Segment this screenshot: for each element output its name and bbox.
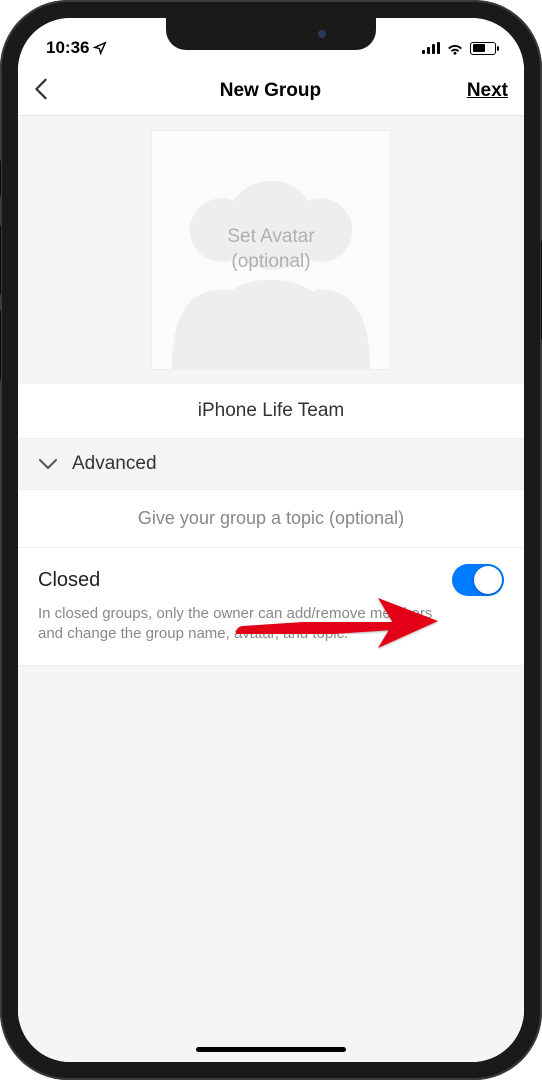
time-label: 10:36 bbox=[46, 38, 89, 58]
avatar-text-line2: (optional) bbox=[227, 250, 314, 275]
nav-bar: New Group Next bbox=[18, 66, 524, 116]
closed-toggle[interactable] bbox=[452, 564, 504, 596]
battery-icon bbox=[470, 42, 496, 55]
avatar-text-line1: Set Avatar bbox=[227, 225, 314, 250]
page-title: New Group bbox=[220, 80, 321, 102]
notch bbox=[166, 18, 376, 50]
status-icons bbox=[422, 41, 496, 55]
chevron-left-icon bbox=[34, 78, 48, 100]
toggle-knob bbox=[474, 566, 502, 594]
location-icon bbox=[93, 41, 107, 55]
empty-area bbox=[18, 666, 524, 1063]
status-time: 10:36 bbox=[46, 38, 107, 58]
volume-down-button bbox=[0, 310, 1, 380]
home-indicator[interactable] bbox=[196, 1047, 346, 1052]
avatar-placeholder: Set Avatar (optional) bbox=[151, 130, 391, 370]
avatar-section[interactable]: Set Avatar (optional) bbox=[18, 116, 524, 384]
avatar-label: Set Avatar (optional) bbox=[227, 225, 314, 274]
advanced-label: Advanced bbox=[72, 453, 157, 475]
chevron-down-icon bbox=[38, 458, 58, 470]
advanced-toggle-row[interactable]: Advanced bbox=[18, 439, 524, 490]
back-button[interactable] bbox=[34, 75, 74, 107]
signal-icon bbox=[422, 42, 440, 54]
topic-input[interactable]: Give your group a topic (optional) bbox=[18, 490, 524, 548]
phone-frame: 10:36 bbox=[0, 0, 542, 1080]
next-button[interactable]: Next bbox=[467, 80, 508, 102]
closed-section: Closed In closed groups, only the owner … bbox=[18, 548, 524, 666]
closed-label: Closed bbox=[38, 569, 100, 592]
closed-description: In closed groups, only the owner can add… bbox=[38, 604, 504, 645]
group-name-input[interactable]: iPhone Life Team bbox=[18, 384, 524, 439]
mute-switch bbox=[0, 160, 1, 196]
screen: 10:36 bbox=[18, 18, 524, 1062]
wifi-icon bbox=[446, 41, 464, 55]
volume-up-button bbox=[0, 225, 1, 295]
